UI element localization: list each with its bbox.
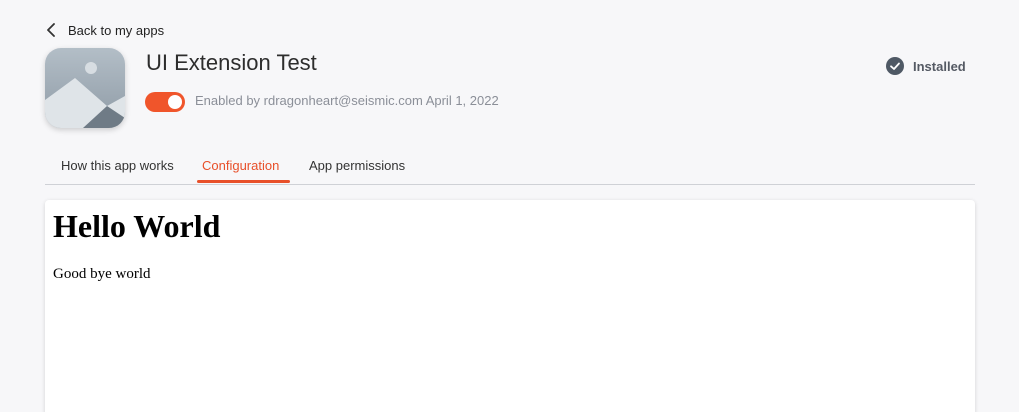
app-title: UI Extension Test bbox=[146, 50, 317, 75]
check-circle-icon bbox=[886, 57, 904, 75]
content-heading: Hello World bbox=[53, 208, 221, 244]
tab-bar: How this app works Configuration App per… bbox=[45, 150, 975, 185]
app-image-placeholder-icon bbox=[45, 48, 125, 128]
chevron-left-icon bbox=[46, 23, 58, 37]
back-link-label: Back to my apps bbox=[68, 22, 165, 38]
content-text: Good bye world bbox=[53, 266, 151, 282]
back-to-apps-link[interactable]: Back to my apps bbox=[46, 20, 164, 40]
enabled-by-text: Enabled by rdragonheart@seismic.com Apri… bbox=[195, 93, 499, 108]
active-tab-indicator bbox=[197, 180, 290, 183]
tab-app-permissions[interactable]: App permissions bbox=[309, 158, 405, 184]
installed-status: Installed bbox=[886, 57, 966, 75]
configuration-panel: Hello World Good bye world bbox=[45, 200, 975, 412]
status-label: Installed bbox=[913, 58, 966, 74]
toggle-knob bbox=[168, 95, 182, 109]
enabled-toggle[interactable] bbox=[145, 92, 185, 112]
tab-how-this-app-works[interactable]: How this app works bbox=[61, 158, 174, 184]
